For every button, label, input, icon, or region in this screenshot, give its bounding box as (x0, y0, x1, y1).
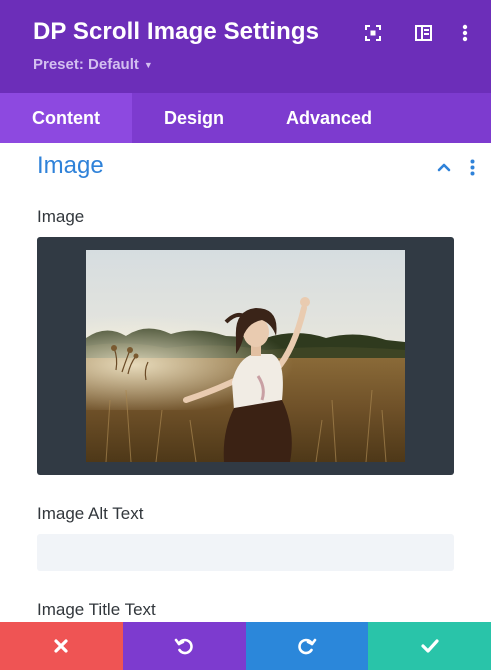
undo-button[interactable] (122, 622, 246, 670)
cancel-button[interactable] (0, 622, 123, 670)
preset-label: Preset: Default (33, 56, 139, 73)
image-label: Image (37, 207, 85, 226)
modal-header: DP Scroll Image Settings Preset: Default… (0, 0, 491, 93)
more-vertical-icon[interactable] (454, 22, 476, 44)
chevron-up-icon[interactable] (434, 159, 454, 175)
caret-down-icon: ▼ (143, 59, 153, 70)
tab-advanced[interactable]: Advanced (256, 93, 402, 143)
focus-mode-icon[interactable] (362, 22, 384, 44)
image-upload-preview[interactable] (37, 237, 454, 475)
settings-tabs: Content Design Advanced (0, 93, 491, 143)
preview-photo (86, 250, 405, 462)
undo-icon (174, 638, 193, 655)
preset-selector[interactable]: Preset: Default ▼ (33, 56, 153, 73)
tab-content[interactable]: Content (0, 93, 132, 143)
section-more-icon[interactable] (465, 157, 479, 177)
save-button[interactable] (368, 622, 491, 670)
settings-content: Image Image Image Alt Text Image Title T… (0, 143, 491, 622)
section-title[interactable]: Image (37, 152, 104, 180)
image-title-text-label: Image Title Text (37, 600, 156, 619)
tab-design[interactable]: Design (132, 93, 256, 143)
modal-title: DP Scroll Image Settings (33, 18, 320, 45)
modal-footer (0, 622, 491, 670)
image-alt-text-input[interactable] (37, 534, 454, 571)
check-icon (421, 639, 439, 653)
redo-button[interactable] (245, 622, 369, 670)
image-alt-text-label: Image Alt Text (37, 504, 144, 523)
split-view-icon[interactable] (412, 22, 434, 44)
redo-icon (298, 638, 317, 655)
close-icon (54, 639, 68, 653)
